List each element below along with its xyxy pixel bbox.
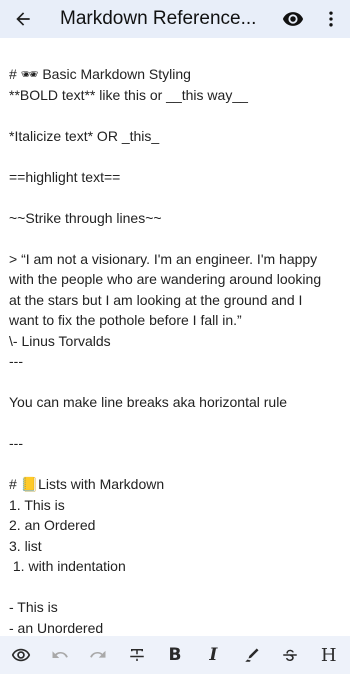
back-button[interactable] — [0, 0, 46, 38]
highlighter-icon — [245, 648, 259, 662]
editor-line: --- — [9, 353, 23, 369]
editor-line: 1. This is — [9, 496, 65, 513]
editor-line: *Italicize text* OR _this_ — [9, 127, 160, 144]
editor-line: You can make line breaks aka horizontal … — [9, 394, 288, 410]
editor-line: - an Unordered — [9, 619, 104, 636]
editor-line: - This is — [9, 599, 58, 615]
editor-line: \- Linus Torvalds — [9, 332, 111, 349]
arrow-left-icon — [16, 12, 30, 26]
editor-line: 2. an Ordered — [9, 517, 96, 533]
formatting-toolbar: B I H — [0, 636, 350, 674]
page-title: Markdown Reference... — [60, 8, 257, 29]
heading-button[interactable]: H — [312, 638, 346, 672]
editor-line: ==highlight text== — [9, 168, 121, 185]
editor-line: # 📒Lists with Markdown — [9, 476, 165, 492]
strikethrough-icon — [283, 649, 298, 661]
undo-icon — [52, 651, 68, 658]
editor-line: want to fix the pothole before I fall in… — [9, 312, 242, 328]
editor-line: 1. with indentation — [9, 558, 126, 574]
editor-line: at the stars but I am looking at the gro… — [9, 291, 303, 308]
italic-button[interactable]: I — [196, 638, 230, 672]
text-format-button[interactable] — [120, 638, 154, 672]
redo-button[interactable] — [81, 638, 115, 672]
eye-icon — [282, 12, 304, 26]
editor-line: ~~Strike through lines~~ — [9, 209, 162, 226]
text-format-icon — [129, 649, 144, 661]
strikethrough-button[interactable] — [273, 638, 307, 672]
highlight-button[interactable] — [235, 638, 269, 672]
editor-line: **BOLD text** like this or __this way__ — [9, 86, 248, 103]
more-vertical-icon — [329, 11, 333, 27]
editor-line: > “I am not a visionary. I'm an engineer… — [9, 250, 318, 267]
overflow-menu-button[interactable] — [312, 0, 350, 38]
eye-icon — [12, 648, 31, 662]
redo-icon — [90, 650, 106, 658]
bold-button[interactable]: B — [158, 638, 192, 672]
editor-line: # 🕶 Basic Markdown Styling — [9, 66, 191, 82]
editor-line: with the people who are wandering around… — [9, 271, 322, 287]
app-bar: Markdown Reference... — [0, 0, 350, 38]
editor-line: 3. list — [9, 537, 42, 554]
undo-button[interactable] — [43, 638, 77, 672]
preview-toggle-button[interactable] — [274, 0, 312, 38]
markdown-editor[interactable]: # 🕶 Basic Markdown Styling **BOLD text** … — [9, 64, 346, 636]
preview-button[interactable] — [4, 638, 38, 672]
editor-line: --- — [9, 435, 23, 451]
